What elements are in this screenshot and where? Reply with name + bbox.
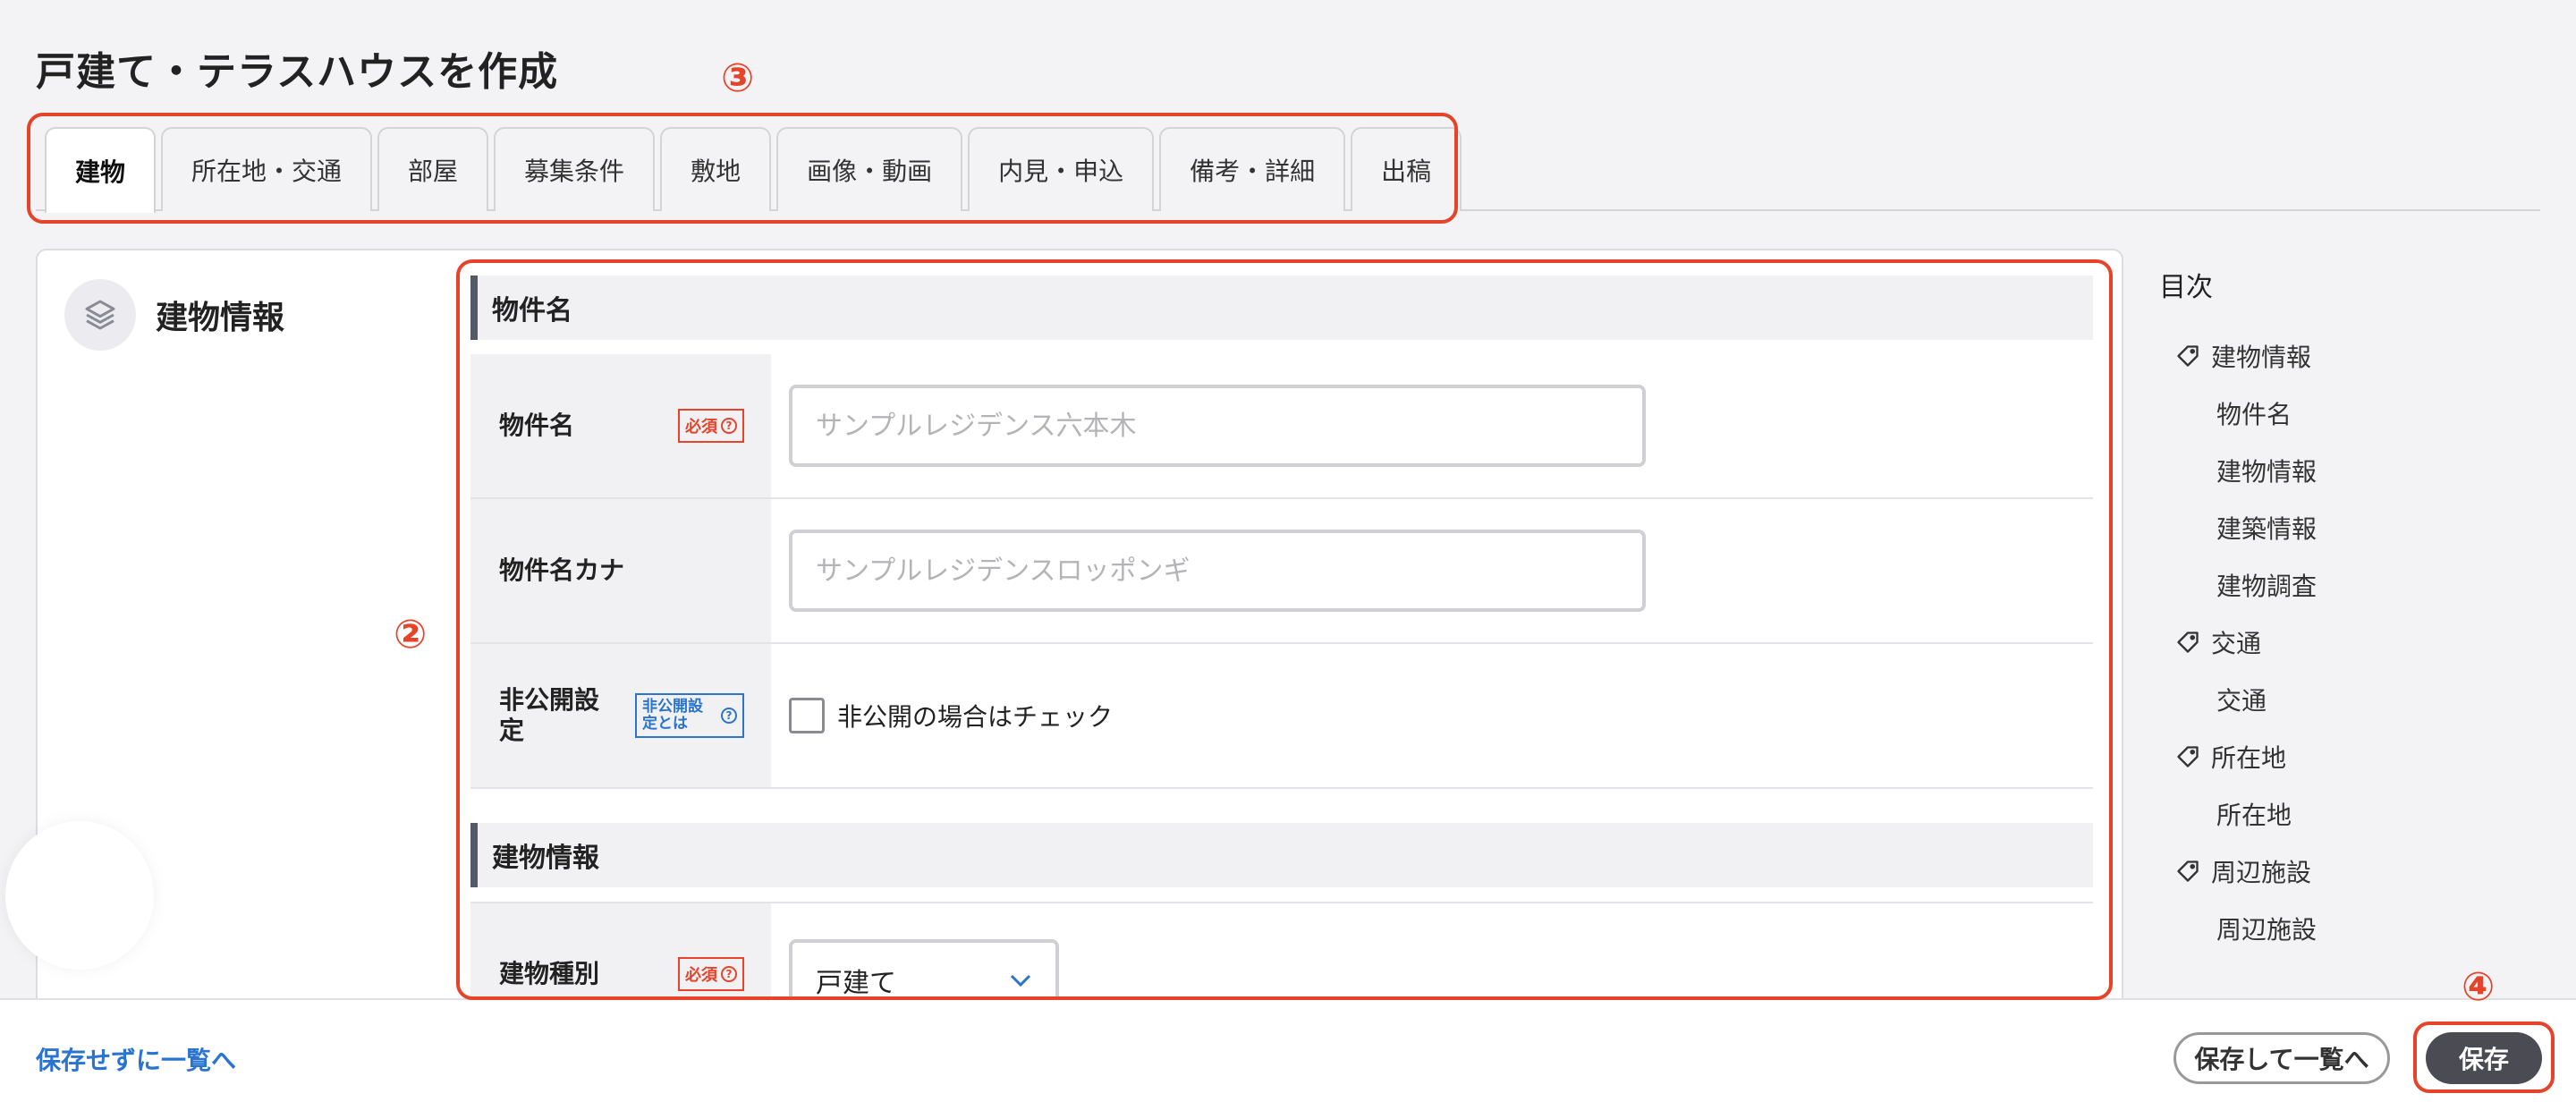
tab-site[interactable]: 敷地 (660, 127, 772, 211)
toc-item-location[interactable]: 所在地 (2159, 728, 2535, 785)
save-button[interactable]: 保存 (2426, 1032, 2542, 1084)
toc-item-nearby-facilities[interactable]: 周辺施設 (2159, 843, 2535, 900)
tab-images-videos[interactable]: 画像・動画 (776, 127, 963, 211)
tag-icon (2177, 860, 2199, 882)
field-label: 物件名カナ (499, 555, 625, 586)
toc-item-building-inspection[interactable]: 建物調査 (2159, 556, 2535, 614)
tab-bar: 建物 所在地・交通 部屋 募集条件 敷地 画像・動画 内見・申込 備考・詳細 出… (45, 127, 1462, 213)
tab-room[interactable]: 部屋 (377, 127, 489, 211)
tab-remarks-details[interactable]: 備考・詳細 (1159, 127, 1346, 211)
toc-item-nearby-facilities-sub[interactable]: 周辺施設 (2159, 900, 2535, 957)
form-row-building-type: 建物種別 必須 ? 戸建て (470, 902, 2093, 996)
toc-item-building-details[interactable]: 建物情報 (2159, 442, 2535, 499)
tag-icon (2177, 632, 2199, 653)
toc-item-location-sub[interactable]: 所在地 (2159, 785, 2535, 843)
annotation-marker-2: ② (394, 612, 428, 657)
annotation-marker-3: ③ (721, 55, 755, 101)
toc-item-building-info[interactable]: 建物情報 (2159, 327, 2535, 385)
tab-viewing-application[interactable]: 内見・申込 (968, 127, 1155, 211)
tab-publish[interactable]: 出稿 (1351, 127, 1462, 211)
save-and-list-button[interactable]: 保存して一覧へ (2174, 1032, 2390, 1084)
field-label: 物件名 (499, 411, 575, 441)
tag-icon (2177, 746, 2199, 767)
required-badge[interactable]: 必須 ? (678, 957, 744, 991)
chevron-down-icon (1010, 974, 1031, 988)
back-without-saving-link[interactable]: 保存せずに一覧へ (36, 1041, 236, 1077)
toc-item-transport[interactable]: 交通 (2159, 614, 2535, 671)
form-group-header: 建物情報 (470, 823, 2093, 887)
floating-action-circle[interactable] (5, 821, 154, 970)
building-type-select[interactable]: 戸建て (789, 939, 1059, 996)
help-icon: ? (721, 708, 737, 724)
form-row-property-name: 物件名 必須 ? (470, 354, 2093, 499)
private-info-badge[interactable]: 非公開設定とは ? (635, 693, 744, 738)
property-name-kana-input[interactable] (789, 530, 1646, 612)
toc-item-property-name[interactable]: 物件名 (2159, 385, 2535, 442)
section-title: 建物情報 (156, 300, 285, 336)
private-checkbox[interactable] (789, 698, 825, 733)
property-name-input[interactable] (789, 385, 1646, 467)
help-icon: ? (721, 418, 737, 434)
form-area: 物件名 物件名 必須 ? 物件名カナ 非公開設定 非公開設定とは ? (470, 276, 2093, 996)
form-row-private: 非公開設定 非公開設定とは ? 非公開の場合はチェック (470, 644, 2093, 789)
tag-icon (2177, 345, 2199, 367)
annotation-marker-4: ④ (2462, 964, 2496, 1010)
toc-title: 目次 (2159, 272, 2213, 303)
page-title: 戸建て・テラスハウスを作成 (36, 49, 559, 95)
tab-location-transport[interactable]: 所在地・交通 (161, 127, 373, 211)
help-icon: ? (721, 966, 737, 982)
field-label: 非公開設定 (499, 685, 600, 745)
table-of-contents: 目次 建物情報 物件名 建物情報 建築情報 建物調査 交通 交通 所在地 所在地… (2159, 265, 2535, 957)
toc-item-construction-info[interactable]: 建築情報 (2159, 499, 2535, 556)
layers-icon (64, 279, 136, 351)
toc-item-transport-sub[interactable]: 交通 (2159, 671, 2535, 728)
tab-building[interactable]: 建物 (45, 127, 157, 213)
form-group-header: 物件名 (470, 276, 2093, 340)
private-checkbox-label[interactable]: 非公開の場合はチェック (789, 698, 1113, 733)
tab-recruitment-terms[interactable]: 募集条件 (494, 127, 656, 211)
section-header: 建物情報 (64, 279, 284, 351)
form-row-property-name-kana: 物件名カナ (470, 499, 2093, 644)
required-badge[interactable]: 必須 ? (678, 409, 744, 443)
field-label: 建物種別 (499, 959, 600, 989)
